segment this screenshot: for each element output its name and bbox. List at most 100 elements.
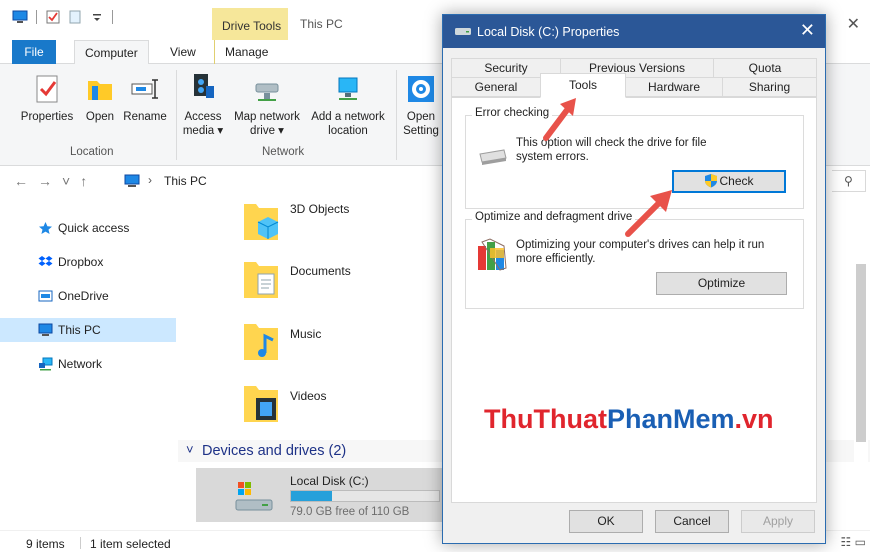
- videos-folder-icon[interactable]: [242, 382, 280, 424]
- 3d-objects-folder-icon[interactable]: [242, 200, 280, 242]
- separator-icon: [112, 10, 113, 24]
- tab-hardware[interactable]: Hardware: [625, 77, 723, 97]
- watermark-part3: .vn: [734, 404, 774, 434]
- nav-item-onedrive[interactable]: OneDrive: [0, 284, 176, 308]
- folder-name[interactable]: 3D Objects: [290, 202, 349, 216]
- dialog-title: Local Disk (C:) Properties: [477, 25, 620, 39]
- dialog-titlebar: Local Disk (C:) Properties ✕: [443, 15, 825, 48]
- chevron-down-icon: ˅: [186, 442, 194, 457]
- computer-icon[interactable]: [12, 10, 28, 24]
- drive-usage-bar: [290, 490, 440, 502]
- search-box[interactable]: ⚲: [832, 170, 866, 192]
- add-network-label-2: location: [328, 125, 368, 137]
- tab-sharing[interactable]: Sharing: [722, 77, 817, 97]
- onedrive-icon: [38, 290, 53, 302]
- watermark-part1: ThuThuat: [484, 404, 607, 434]
- add-network-label-1: Add a network: [311, 111, 385, 123]
- tab-file[interactable]: File: [12, 40, 56, 64]
- navigation-arrows: ←→˅↑: [14, 173, 97, 189]
- breadcrumb-this-pc[interactable]: This PC: [164, 174, 207, 188]
- customize-qat-icon[interactable]: [90, 10, 104, 24]
- dropbox-icon: [38, 256, 53, 266]
- check-button[interactable]: Check: [672, 170, 786, 193]
- folder-name[interactable]: Music: [290, 327, 321, 341]
- access-media-label-1: Access: [184, 111, 222, 123]
- map-network-drive-button[interactable]: Map network drive ▾: [228, 72, 306, 138]
- media-icon: [194, 74, 214, 98]
- drive-name[interactable]: Local Disk (C:): [290, 474, 369, 488]
- scrollbar-thumb[interactable]: [856, 264, 866, 442]
- rename-button[interactable]: Rename: [120, 72, 170, 124]
- cancel-button[interactable]: Cancel: [655, 510, 729, 533]
- window-title: This PC: [300, 17, 343, 31]
- nav-item-dropbox[interactable]: Dropbox: [0, 250, 176, 274]
- drive-free-space: 79.0 GB free of 110 GB: [290, 506, 410, 518]
- this-pc-icon: [38, 323, 53, 336]
- navigation-pane: Quick access Dropbox OneDrive This PC Ne…: [0, 200, 178, 530]
- apply-button[interactable]: Apply: [741, 510, 815, 533]
- nav-label: OneDrive: [58, 289, 109, 303]
- rename-label: Rename: [123, 111, 167, 123]
- ok-button[interactable]: OK: [569, 510, 643, 533]
- nav-label: This PC: [58, 323, 101, 337]
- close-icon[interactable]: ✕: [800, 20, 815, 41]
- music-folder-icon[interactable]: [242, 320, 280, 362]
- tab-computer[interactable]: Computer: [74, 40, 149, 65]
- view-toggle: ☷ ▭: [841, 535, 866, 549]
- recent-chevron-icon[interactable]: ˅: [62, 173, 80, 189]
- check-button-label: Check: [719, 174, 754, 188]
- folder-name[interactable]: Videos: [290, 389, 326, 403]
- nav-item-this-pc[interactable]: This PC: [0, 318, 176, 342]
- back-arrow-icon[interactable]: ←: [14, 173, 38, 189]
- new-folder-icon[interactable]: [68, 10, 82, 24]
- add-network-location-button[interactable]: Add a network location: [306, 72, 390, 138]
- properties-icon: [36, 75, 58, 103]
- search-icon[interactable]: ⚲: [844, 174, 853, 188]
- ribbon-separator: [176, 70, 177, 160]
- nav-label: Dropbox: [58, 255, 104, 269]
- open-settings-button[interactable]: Open Setting: [400, 72, 442, 138]
- tab-general[interactable]: General: [451, 77, 541, 97]
- error-checking-desc-2: system errors.: [516, 151, 589, 163]
- details-view-icon[interactable]: ☷: [841, 535, 852, 549]
- tiles-view-icon[interactable]: ▭: [855, 535, 866, 549]
- properties-icon[interactable]: [46, 10, 60, 24]
- open-label: Open: [85, 111, 115, 123]
- forward-arrow-icon[interactable]: →: [38, 173, 62, 189]
- optimize-title: Optimize and defragment drive: [472, 211, 636, 223]
- hard-drive-icon: [235, 482, 273, 511]
- tab-manage[interactable]: Manage: [214, 40, 278, 64]
- close-icon[interactable]: ✕: [847, 14, 860, 34]
- nav-item-quick-access[interactable]: Quick access: [0, 216, 176, 240]
- tab-view[interactable]: View: [160, 40, 206, 64]
- star-icon: [39, 222, 52, 234]
- watermark: ThuThuatPhanMem.vn: [484, 404, 774, 435]
- vertical-scrollbar[interactable]: [854, 200, 868, 520]
- network-drive-icon: [255, 83, 279, 101]
- optimize-desc-1: Optimizing your computer's drives can he…: [516, 239, 765, 251]
- tab-quota[interactable]: Quota: [713, 58, 817, 78]
- optimize-button[interactable]: Optimize: [656, 272, 787, 295]
- separator-icon: [36, 10, 37, 24]
- properties-button[interactable]: Properties: [16, 72, 78, 124]
- this-pc-icon: [124, 174, 140, 187]
- nav-item-network[interactable]: Network: [0, 352, 176, 376]
- item-count: 9 items: [26, 537, 65, 551]
- access-media-button[interactable]: Access media ▾: [182, 72, 224, 138]
- folder-name[interactable]: Documents: [290, 264, 351, 278]
- documents-folder-icon[interactable]: [242, 258, 280, 300]
- tab-tools[interactable]: Tools: [540, 73, 626, 98]
- selection-count: 1 item selected: [90, 537, 171, 551]
- optimize-desc-2: more efficiently.: [516, 253, 596, 265]
- folder-open-icon: [88, 81, 112, 100]
- network-location-icon: [338, 77, 358, 100]
- nav-label: Network: [58, 357, 103, 371]
- drive-icon: [455, 28, 471, 35]
- open-button[interactable]: Open: [82, 72, 118, 124]
- devices-section-label: Devices and drives (2): [202, 443, 347, 459]
- up-arrow-icon[interactable]: ↑: [80, 173, 97, 189]
- status-divider: [80, 537, 81, 549]
- watermark-part2: PhanMem: [606, 404, 735, 434]
- drive-tools-tab-group: Drive Tools: [212, 8, 288, 40]
- tools-tab-panel: Error checking This option will check th…: [451, 97, 817, 503]
